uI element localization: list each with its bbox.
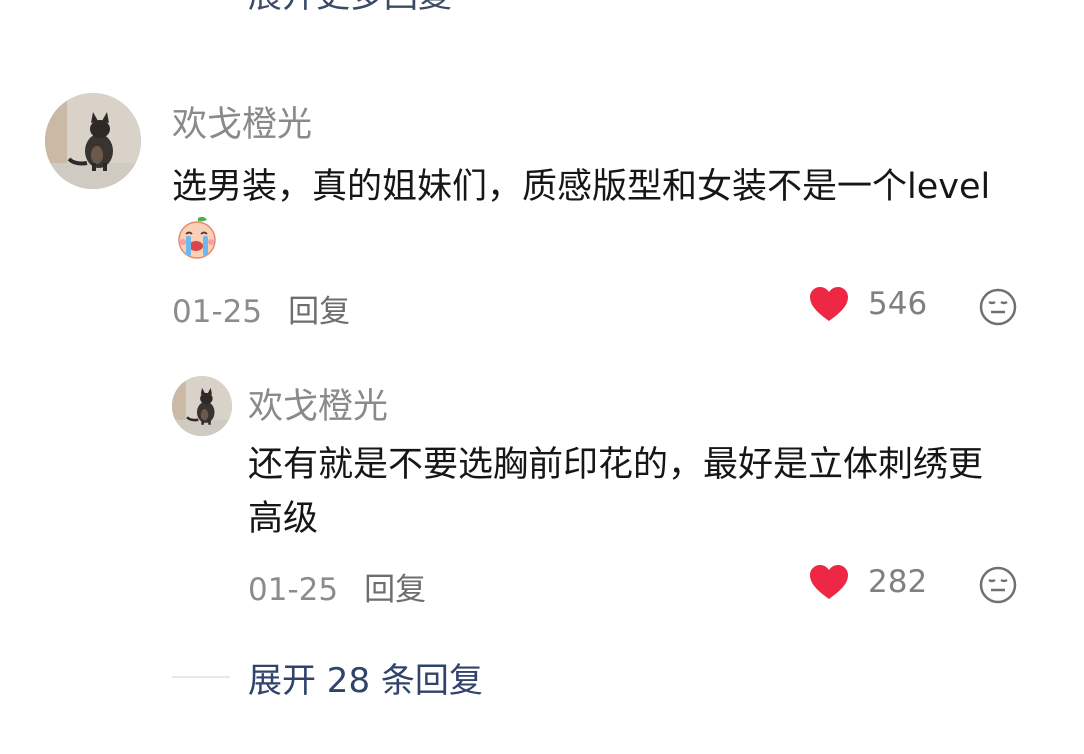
neutral-face-icon[interactable] [978, 287, 1018, 327]
comment-text-body: 选男装，真的姐妹们，质感版型和女装不是一个level [172, 167, 991, 207]
cat-avatar-icon [45, 93, 141, 189]
comment-reply-button[interactable]: 回复 [288, 294, 350, 330]
expand-more-replies-partial[interactable]: 展开更多回复 [172, 0, 452, 16]
comment-text: 选男装，真的姐妹们，质感版型和女装不是一个level [172, 160, 1032, 270]
reply-like-button[interactable]: 282 [808, 563, 927, 601]
reply-date: 01-25 [248, 572, 339, 608]
comment-thread: 展开更多回复 欢戈橙光 选男装，真的姐妹们，质感版型和女装不是一个level [0, 0, 1084, 754]
heart-icon [810, 287, 848, 321]
reply-username[interactable]: 欢戈橙光 [248, 378, 388, 429]
cat-avatar-icon [172, 376, 232, 436]
neutral-face-icon[interactable] [978, 565, 1018, 605]
comment-like-button[interactable]: 546 [808, 285, 927, 323]
heart-icon [810, 565, 848, 599]
comment-username[interactable]: 欢戈橙光 [172, 96, 312, 147]
expand-replies-label[interactable]: 展开 28 条回复 [248, 653, 483, 702]
reply-text: 还有就是不要选胸前印花的，最好是立体刺绣更高级 [248, 445, 984, 539]
reply-reply-button[interactable]: 回复 [364, 572, 426, 608]
reply-like-count: 282 [868, 564, 928, 600]
comment-like-count: 546 [868, 286, 928, 322]
comment-date: 01-25 [172, 294, 263, 330]
divider-line [172, 676, 230, 678]
comment-meta: 01-25 回复 [172, 286, 350, 331]
expand-more-label[interactable]: 展开更多回复 [248, 0, 452, 17]
reply-avatar[interactable] [172, 376, 232, 436]
expand-replies-button[interactable]: 展开 28 条回复 [172, 652, 483, 702]
crying-peach-emoji-icon [174, 214, 220, 260]
reply-meta: 01-25 回复 [248, 564, 426, 609]
avatar[interactable] [45, 93, 141, 189]
